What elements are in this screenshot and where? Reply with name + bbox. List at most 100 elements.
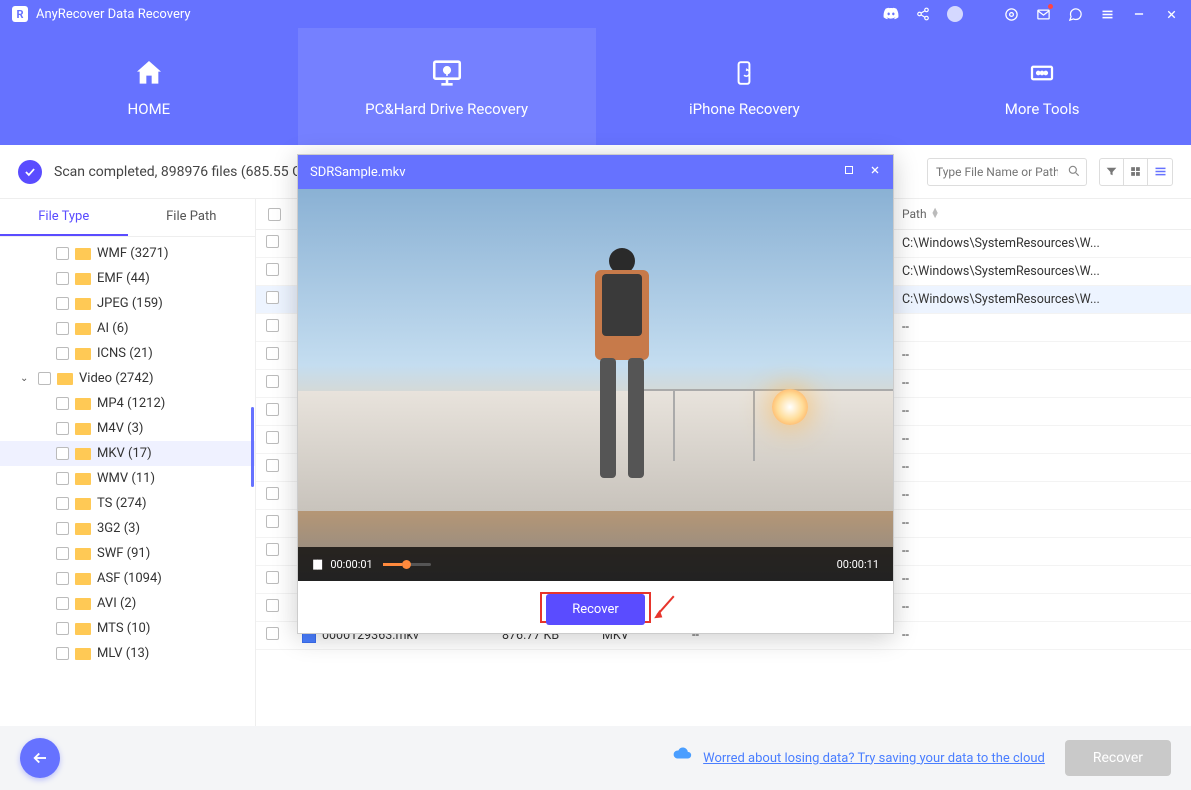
modal-maximize-icon[interactable] [843,164,855,180]
row-checkbox[interactable] [266,291,279,304]
folder-icon [75,623,91,635]
row-checkbox[interactable] [266,403,279,416]
video-current-time: 00:00:01 [330,558,372,571]
row-checkbox[interactable] [266,515,279,528]
checkbox[interactable] [56,447,69,460]
header-path[interactable]: Path▲▼ [892,199,1191,229]
search-input[interactable] [927,158,1087,186]
checkbox[interactable] [56,547,69,560]
folder-icon [75,323,91,335]
row-checkbox[interactable] [266,543,279,556]
tree-item[interactable]: 3G2 (3) [0,516,255,541]
checkbox[interactable] [56,347,69,360]
row-checkbox[interactable] [266,263,279,276]
feedback-icon[interactable] [1067,6,1083,22]
gear-icon[interactable] [1003,6,1019,22]
search-icon[interactable] [1067,164,1081,182]
preview-modal: SDRSample.mkv ▮▮ 00:00:01 00:00:11 Recov… [297,154,894,634]
tree-item[interactable]: ICNS (21) [0,341,255,366]
tab-file-type[interactable]: File Type [0,199,128,236]
cloud-link[interactable]: Worred about losing data? Try saving you… [703,751,1045,766]
checkbox[interactable] [56,497,69,510]
list-view-icon[interactable] [1148,159,1172,185]
row-checkbox[interactable] [266,347,279,360]
tree-item[interactable]: AI (6) [0,316,255,341]
row-checkbox[interactable] [266,487,279,500]
checkbox[interactable] [56,472,69,485]
cell-path: -- [892,404,1191,419]
nav-pc-label: PC&Hard Drive Recovery [365,100,528,118]
tree-item[interactable]: WMV (11) [0,466,255,491]
checkbox[interactable] [56,422,69,435]
row-checkbox[interactable] [266,571,279,584]
row-checkbox[interactable] [266,459,279,472]
grid-view-icon[interactable] [1124,159,1148,185]
modal-titlebar[interactable]: SDRSample.mkv [298,155,893,189]
tree-item[interactable]: MTS (10) [0,616,255,641]
tab-file-path[interactable]: File Path [128,199,256,236]
row-checkbox[interactable] [266,375,279,388]
tree-item[interactable]: WMF (3271) [0,241,255,266]
discord-icon[interactable] [883,6,899,22]
checkbox[interactable] [56,522,69,535]
checkbox[interactable] [38,372,51,385]
header-checkbox[interactable] [256,199,292,229]
nav-more-tools[interactable]: More Tools [893,28,1191,145]
checkbox[interactable] [56,397,69,410]
file-type-tree[interactable]: WMF (3271)EMF (44)JPEG (159)AI (6)ICNS (… [0,237,255,726]
mail-icon[interactable] [1035,6,1051,22]
nav-pc-recovery[interactable]: PC&Hard Drive Recovery [298,28,596,145]
spacer [979,6,987,22]
video-progress[interactable] [383,563,431,566]
tree-item[interactable]: EMF (44) [0,266,255,291]
minimize-icon[interactable] [1131,6,1147,22]
tree-item[interactable]: M4V (3) [0,416,255,441]
checkbox[interactable] [56,322,69,335]
tree-item[interactable]: MKV (17) [0,441,255,466]
nav-iphone-recovery[interactable]: iPhone Recovery [596,28,894,145]
tree-item[interactable]: ASF (1094) [0,566,255,591]
checkbox[interactable] [56,622,69,635]
tree-item[interactable]: ⌄ Video (2742) [0,366,255,391]
nav-home[interactable]: HOME [0,28,298,145]
menu-icon[interactable] [1099,6,1115,22]
user-avatar[interactable] [947,6,963,22]
nav-more-label: More Tools [1005,100,1080,118]
caret-icon: ⌄ [20,373,32,384]
sidebar: File Type File Path WMF (3271)EMF (44)JP… [0,199,256,726]
tree-item[interactable]: JPEG (159) [0,291,255,316]
back-button[interactable] [20,738,60,778]
pause-icon[interactable]: ▮▮ [312,557,320,572]
tree-item[interactable]: MLV (13) [0,641,255,666]
modal-recover-button[interactable]: Recover [546,594,645,625]
modal-close-icon[interactable] [869,164,881,180]
filter-icon[interactable] [1100,159,1124,185]
row-checkbox[interactable] [266,235,279,248]
tree-item[interactable]: MP4 (1212) [0,391,255,416]
video-preview[interactable]: ▮▮ 00:00:01 00:00:11 [298,189,893,581]
cell-path: -- [892,516,1191,531]
cell-path: C:\Windows\SystemResources\W... [892,292,1191,307]
recover-button[interactable]: Recover [1065,740,1171,776]
phone-icon [724,56,764,90]
cell-path: C:\Windows\SystemResources\W... [892,264,1191,279]
checkbox[interactable] [56,597,69,610]
modal-footer: Recover [298,581,893,633]
app-title: AnyRecover Data Recovery [36,7,191,22]
checkbox[interactable] [56,297,69,310]
tree-item[interactable]: AVI (2) [0,591,255,616]
row-checkbox[interactable] [266,319,279,332]
checkbox[interactable] [56,647,69,660]
checkbox[interactable] [56,247,69,260]
tree-item[interactable]: TS (274) [0,491,255,516]
checkbox[interactable] [56,272,69,285]
share-icon[interactable] [915,6,931,22]
tree-item-label: Video (2742) [79,371,154,386]
close-icon[interactable] [1163,6,1179,22]
row-checkbox[interactable] [266,627,279,640]
checkbox[interactable] [56,572,69,585]
row-checkbox[interactable] [266,599,279,612]
nav-home-label: HOME [128,100,171,118]
tree-item[interactable]: SWF (91) [0,541,255,566]
row-checkbox[interactable] [266,431,279,444]
